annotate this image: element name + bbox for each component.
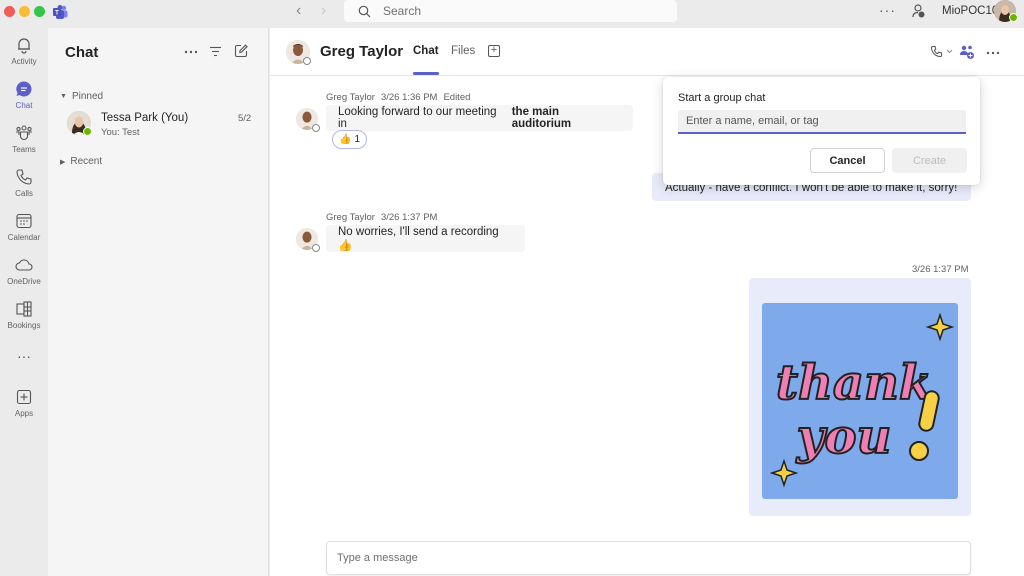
rail-label: Teams bbox=[12, 145, 36, 154]
message-time: 3/26 1:37 PM bbox=[912, 264, 969, 275]
rail-item-bookings[interactable]: Bookings bbox=[0, 300, 48, 340]
message-input[interactable] bbox=[337, 552, 970, 564]
pinned-section-header[interactable]: ▼ Pinned bbox=[60, 91, 103, 102]
message-time: 3/26 1:36 PM bbox=[380, 92, 438, 103]
account-presence-available bbox=[1009, 13, 1018, 22]
more-options-icon[interactable] bbox=[184, 50, 198, 54]
rail-item-apps[interactable]: Apps bbox=[0, 388, 48, 428]
rail-item-teams[interactable]: Teams bbox=[0, 124, 48, 164]
account-name[interactable]: MioPOC10 bbox=[942, 5, 998, 17]
message-meta: Greg Taylor 3/26 1:36 PM Edited bbox=[326, 92, 476, 103]
chat-name: Tessa Park (You) bbox=[101, 112, 189, 124]
rail-label: Activity bbox=[11, 57, 37, 66]
message-author: Greg Taylor bbox=[326, 212, 375, 223]
chat-list-pane: Chat ▼ Pinned Tessa Park (You) You: Test… bbox=[48, 28, 269, 576]
rail-label: Calls bbox=[15, 189, 33, 198]
bell-icon bbox=[18, 38, 30, 54]
search-placeholder: Search bbox=[383, 4, 422, 18]
plus-box-icon bbox=[16, 389, 32, 405]
rail-label: Chat bbox=[15, 101, 33, 110]
close-window-button[interactable] bbox=[4, 6, 15, 17]
thumbs-up-icon: 👍 bbox=[338, 134, 352, 145]
presence-available-icon bbox=[83, 127, 92, 136]
title-bar: T ‹ › Search ··· MioPOC10 bbox=[0, 0, 1024, 24]
filter-icon[interactable] bbox=[209, 46, 222, 57]
cloud-icon bbox=[15, 259, 33, 271]
my-sticker-message[interactable]: thank you bbox=[749, 278, 971, 516]
rail-label: Calendar bbox=[7, 233, 41, 242]
message-composer[interactable] bbox=[326, 541, 971, 575]
rail-item-calendar[interactable]: Calendar bbox=[0, 212, 48, 252]
message-author: Greg Taylor bbox=[326, 92, 375, 103]
app-rail: Activity Chat Teams Calls Calendar OneDr… bbox=[0, 28, 48, 576]
teams-logo-icon: T bbox=[53, 5, 68, 19]
message-meta: Greg Taylor 3/26 1:37 PM bbox=[326, 212, 443, 223]
phone-icon bbox=[16, 169, 32, 185]
minimize-window-button[interactable] bbox=[19, 6, 30, 17]
calendar-icon bbox=[16, 213, 32, 229]
people-picker-input[interactable] bbox=[678, 110, 966, 134]
chat-date: 5/2 bbox=[238, 113, 252, 124]
message-text: No worries, I'll send a recording 👍 bbox=[338, 225, 499, 252]
caret-down-icon: ▼ bbox=[60, 93, 67, 100]
presence-offline-icon bbox=[312, 244, 320, 252]
search-icon bbox=[358, 5, 371, 17]
rail-item-calls[interactable]: Calls bbox=[0, 168, 48, 208]
org-people-icon[interactable] bbox=[910, 3, 926, 19]
rail-item-onedrive[interactable]: OneDrive bbox=[0, 256, 48, 296]
contact-name: Greg Taylor bbox=[320, 43, 404, 60]
recent-label: Recent bbox=[70, 156, 103, 167]
message-text: Looking forward to our meeting in bbox=[338, 106, 497, 130]
popover-title: Start a group chat bbox=[678, 92, 766, 104]
rail-item-activity[interactable]: Activity bbox=[0, 36, 48, 76]
svg-text:T: T bbox=[55, 11, 59, 17]
presence-offline-icon bbox=[312, 124, 320, 132]
more-apps-button[interactable]: ··· bbox=[0, 348, 48, 364]
reaction-count: 1 bbox=[354, 134, 360, 145]
presence-offline-icon bbox=[303, 57, 311, 65]
add-people-icon[interactable] bbox=[959, 44, 975, 60]
chevron-down-icon[interactable] bbox=[946, 49, 953, 54]
edited-label: Edited bbox=[443, 92, 471, 103]
create-button[interactable]: Create bbox=[892, 148, 967, 173]
caret-right-icon: ▶ bbox=[60, 158, 66, 166]
chat-icon bbox=[16, 81, 32, 97]
conversation-header: Greg Taylor Chat Files + bbox=[270, 28, 1024, 76]
pinned-label: Pinned bbox=[71, 91, 104, 102]
cancel-button[interactable]: Cancel bbox=[810, 148, 885, 173]
chat-list-item[interactable]: Tessa Park (You) You: Test 5/2 bbox=[48, 106, 268, 144]
more-options-icon[interactable] bbox=[986, 51, 1000, 55]
rail-label: OneDrive bbox=[7, 277, 41, 286]
bookings-icon bbox=[16, 301, 32, 317]
chat-preview: You: Test bbox=[101, 127, 140, 138]
reaction-badge[interactable]: 👍 1 bbox=[332, 130, 367, 149]
message-bold-text: the main auditorium bbox=[511, 106, 572, 130]
rail-label: Apps bbox=[14, 409, 34, 418]
new-chat-icon[interactable] bbox=[234, 44, 248, 58]
settings-more-button[interactable]: ··· bbox=[879, 2, 896, 18]
search-bar[interactable]: Search bbox=[344, 0, 677, 22]
tab-chat[interactable]: Chat bbox=[413, 45, 439, 75]
tab-files[interactable]: Files bbox=[451, 45, 475, 57]
add-tab-button[interactable]: + bbox=[488, 45, 500, 57]
start-group-chat-popover: Start a group chat Cancel Create bbox=[663, 77, 980, 185]
maximize-window-button[interactable] bbox=[34, 6, 45, 17]
back-button[interactable]: ‹ bbox=[296, 2, 301, 20]
forward-button[interactable]: › bbox=[321, 2, 326, 20]
message-time: 3/26 1:37 PM bbox=[380, 212, 438, 223]
rail-label: Bookings bbox=[7, 321, 41, 330]
message-bubble[interactable]: No worries, I'll send a recording 👍 bbox=[326, 225, 525, 252]
thank-you-sticker[interactable]: thank you bbox=[762, 303, 958, 499]
svg-text:thank: thank bbox=[776, 355, 932, 411]
message-bubble[interactable]: Looking forward to our meeting in the mai… bbox=[326, 105, 633, 131]
svg-text:you: you bbox=[796, 409, 892, 465]
chat-pane-title: Chat bbox=[65, 44, 99, 61]
recent-section-header[interactable]: ▶ Recent bbox=[60, 156, 102, 167]
rail-item-chat[interactable]: Chat bbox=[0, 80, 48, 120]
teams-icon bbox=[16, 125, 32, 141]
call-icon[interactable] bbox=[930, 45, 943, 58]
